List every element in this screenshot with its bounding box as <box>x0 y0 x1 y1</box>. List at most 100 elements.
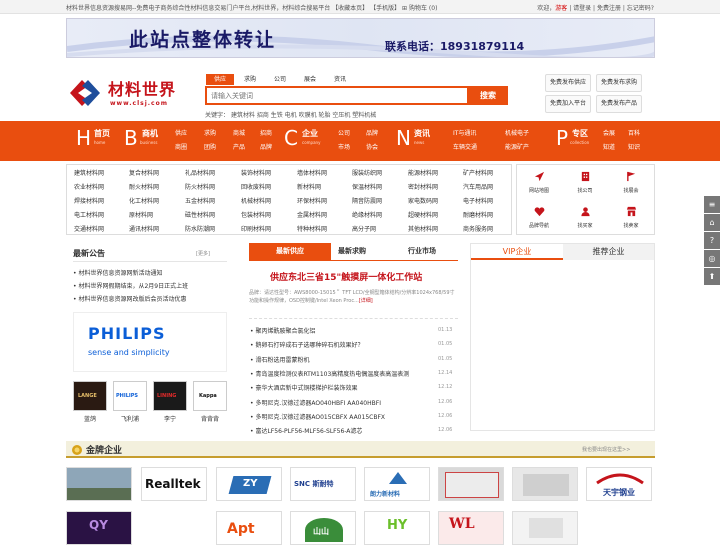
nav-invest[interactable]: 招商 <box>260 128 272 137</box>
category-link[interactable]: 电工材料网 <box>74 210 126 219</box>
category-link[interactable]: 建筑材料网 <box>74 168 126 177</box>
category-link[interactable]: 回收废料网 <box>241 182 293 191</box>
category-link[interactable]: 化工材料网 <box>129 196 181 205</box>
category-link[interactable]: 防水防潮网 <box>185 224 237 233</box>
brand-label[interactable]: 飞利浦 <box>113 414 147 423</box>
news-item[interactable]: • 多明尼克.汉德过滤器AO015CBFX AA015CBFX <box>250 412 385 421</box>
gold-logo[interactable] <box>438 467 504 501</box>
featured-title[interactable]: 供应东北三省15"触摸屏一体化工作站 <box>270 270 422 283</box>
mobile-link[interactable]: 【手机版】 <box>370 5 400 12</box>
nav-news[interactable]: 资讯 <box>414 128 430 139</box>
side-top-icon[interactable]: ⬆ <box>704 268 720 285</box>
nav-home[interactable]: 首页 <box>94 128 110 139</box>
search-input[interactable] <box>207 88 467 103</box>
gold-logo[interactable]: Realltek <box>141 467 207 501</box>
category-link[interactable]: 墙体材料网 <box>297 168 349 177</box>
category-link[interactable]: 商务服务网 <box>463 224 515 233</box>
find-company-link[interactable]: 找公司 <box>562 164 608 199</box>
nav-groupbuy[interactable]: 团购 <box>204 142 216 151</box>
gold-logo[interactable] <box>66 467 132 501</box>
search-tab-supply[interactable]: 供应 <box>206 74 234 85</box>
news-item[interactable]: • 鹅卵石打碎成石子选哪种碎石机效果好？ <box>250 340 363 349</box>
category-link[interactable]: 复合材料网 <box>129 168 181 177</box>
news-item[interactable]: • 青岛温度检测仪表RTM1103高精度热电偶温度表高温表测 <box>250 369 409 378</box>
nav-brand[interactable]: 品牌 <box>260 142 272 151</box>
find-seller-link[interactable]: 找卖家 <box>608 199 654 234</box>
gold-logo[interactable]: 天宇钢业 <box>586 467 652 501</box>
search-tab-buy[interactable]: 求购 <box>238 74 262 85</box>
search-tab-news[interactable]: 资讯 <box>326 74 354 85</box>
tab-industry-market[interactable]: 行业市场 <box>402 243 442 260</box>
nav-wiki[interactable]: 百科 <box>628 128 640 137</box>
side-menu-icon[interactable]: ≡ <box>704 196 720 213</box>
search-tab-company[interactable]: 公司 <box>266 74 294 85</box>
nav-corp[interactable]: 公司 <box>338 128 350 137</box>
nav-supply[interactable]: 供应 <box>175 128 187 137</box>
gold-logo[interactable]: SNC 斯耐特 <box>290 467 356 501</box>
nav-company[interactable]: 企业 <box>302 128 318 139</box>
nav-machinery[interactable]: 机械电子 <box>505 128 529 137</box>
news-item[interactable]: • 多明尼克.汉德过滤器AO040HBFI AA040HBFI <box>250 398 381 407</box>
category-link[interactable]: 其他材料网 <box>408 224 460 233</box>
nav-special[interactable]: 专区 <box>572 128 588 139</box>
nav-it[interactable]: IT与通讯 <box>453 128 476 137</box>
find-buyer-link[interactable]: 找买家 <box>562 199 608 234</box>
nav-business[interactable]: 商机 <box>142 128 158 139</box>
brand-label[interactable]: 蓝鸽 <box>73 414 107 423</box>
category-link[interactable]: 农业材料网 <box>74 182 126 191</box>
nav-buy[interactable]: 求购 <box>204 128 216 137</box>
news-item[interactable]: • 聚丙烯酰胺聚合氯化铝 <box>250 326 315 335</box>
category-link[interactable]: 服装纺织网 <box>352 168 404 177</box>
brand-label[interactable]: 背背背 <box>193 414 227 423</box>
site-map-link[interactable]: 网站地图 <box>516 164 562 199</box>
category-link[interactable]: 新材料网 <box>297 182 349 191</box>
gold-logo[interactable] <box>512 467 578 501</box>
news-item[interactable]: • 富达LF56-PLF56-MLF56-SLF56-A滤芯 <box>250 426 362 435</box>
find-expo-link[interactable]: 找展会 <box>608 164 654 199</box>
cart-link[interactable]: 购物车 (0) <box>409 5 437 12</box>
category-link[interactable]: 包装材料网 <box>241 210 293 219</box>
category-link[interactable]: 汽车用品网 <box>463 182 515 191</box>
auth-links[interactable]: | 请登录 | 免费注册 | 忘记密码? <box>569 5 654 12</box>
announcement-more-link[interactable]: [更多] <box>196 250 210 257</box>
side-location-icon[interactable]: ◎ <box>704 250 720 267</box>
nav-vehicle[interactable]: 车辆交通 <box>453 142 477 151</box>
join-platform-button[interactable]: 免费加入平台 <box>545 95 591 113</box>
category-link[interactable]: 绝缘材料网 <box>352 210 404 219</box>
nav-know[interactable]: 知道 <box>603 142 615 151</box>
category-link[interactable]: 通讯材料网 <box>129 224 181 233</box>
brand-label[interactable]: 李宁 <box>153 414 187 423</box>
nav-product[interactable]: 产品 <box>233 142 245 151</box>
category-link[interactable]: 能源材料网 <box>408 168 460 177</box>
news-item[interactable]: • 滑石粉选用雷蒙粉机 <box>250 355 309 364</box>
category-link[interactable]: 耐火材料网 <box>129 182 181 191</box>
tab-vip-company[interactable]: VIP企业 <box>471 244 563 260</box>
category-link[interactable]: 特种材料网 <box>297 224 349 233</box>
side-help-icon[interactable]: ? <box>704 232 720 249</box>
side-home-icon[interactable]: ⌂ <box>704 214 720 231</box>
publish-buy-button[interactable]: 免费发布求购 <box>596 74 642 92</box>
nav-market[interactable]: 市场 <box>338 142 350 151</box>
news-item[interactable]: • 豪华大酒店新中式铜楼梯护栏装饰效果 <box>250 383 357 392</box>
nav-assoc[interactable]: 协会 <box>366 142 378 151</box>
logo-title[interactable]: 材料世界 <box>108 76 176 100</box>
brand-nav-link[interactable]: 品牌导航 <box>516 199 562 234</box>
category-link[interactable]: 电子材料网 <box>463 196 515 205</box>
featured-detail-link[interactable]: [详细] <box>359 298 373 304</box>
category-link[interactable]: 金属材料网 <box>297 210 349 219</box>
category-link[interactable]: 高分子网 <box>352 224 404 233</box>
nav-energy[interactable]: 能源矿产 <box>505 142 529 151</box>
nav-expo[interactable]: 会展 <box>603 128 615 137</box>
tab-latest-buy[interactable]: 最新求购 <box>331 243 373 260</box>
search-tab-expo[interactable]: 展会 <box>298 74 322 85</box>
category-link[interactable]: 环保材料网 <box>297 196 349 205</box>
category-link[interactable]: 矿产材料网 <box>463 168 515 177</box>
announcement-item[interactable]: • 材料世界信息资源网改版后会员活动优惠 <box>73 294 186 303</box>
category-link[interactable]: 磁性材料网 <box>185 210 237 219</box>
banner[interactable]: 此站点整体转让 联系电话：18931879114 <box>66 18 655 58</box>
gold-logo[interactable]: 朗力新材料 <box>364 467 430 501</box>
category-link[interactable]: 超硬材料网 <box>408 210 460 219</box>
category-link[interactable]: 保温材料网 <box>352 182 404 191</box>
publish-supply-button[interactable]: 免费发布供应 <box>545 74 591 92</box>
nav-corp-brand[interactable]: 品牌 <box>366 128 378 137</box>
